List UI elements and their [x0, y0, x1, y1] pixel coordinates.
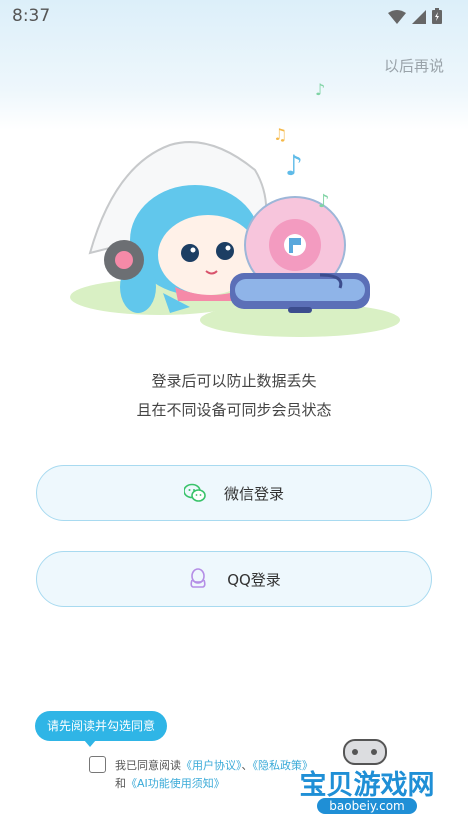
user-agreement-link[interactable]: 《用户协议》 [181, 759, 242, 772]
status-time: 8:37 [12, 6, 51, 26]
svg-text:♫: ♫ [273, 125, 287, 144]
agreement-tooltip: 请先阅读并勾选同意 [35, 711, 168, 741]
watermark-url: baobeiy.com [329, 799, 404, 813]
tagline-line-2: 且在不同设备可同步会员状态 [136, 401, 332, 419]
wechat-icon [183, 482, 206, 504]
tooltip-arrow [84, 740, 96, 747]
signal-icon [412, 9, 426, 28]
qq-login-label: QQ登录 [227, 570, 281, 589]
qq-login-button[interactable]: QQ登录 [36, 551, 432, 607]
watermark-logo: 宝贝游戏网 baobeiy.com [297, 739, 437, 824]
ai-notice-link[interactable]: 《AI功能使用须知》 [126, 777, 225, 790]
agreement-separator: 、 [241, 759, 253, 772]
wechat-login-button[interactable]: 微信登录 [36, 465, 432, 521]
status-bar: 8:37 [0, 0, 468, 34]
svg-text:♪: ♪ [318, 191, 330, 212]
agreement-checkbox[interactable] [89, 756, 106, 773]
mascot-illustration: ♫ ♪ ♪ ♪ [70, 80, 400, 337]
svg-text:♪: ♪ [315, 80, 325, 99]
wifi-icon [388, 9, 406, 28]
watermark-title: 宝贝游戏网 [300, 769, 435, 801]
agreement-prefix: 我已同意阅读 [115, 759, 181, 772]
svg-text:♪: ♪ [285, 149, 303, 182]
qq-icon [187, 568, 209, 590]
skip-button[interactable]: 以后再说 [384, 55, 444, 76]
wechat-login-label: 微信登录 [223, 484, 284, 503]
agreement-and: 和 [115, 777, 126, 790]
battery-icon [432, 8, 442, 28]
tagline-line-1: 登录后可以防止数据丢失 [151, 372, 317, 390]
